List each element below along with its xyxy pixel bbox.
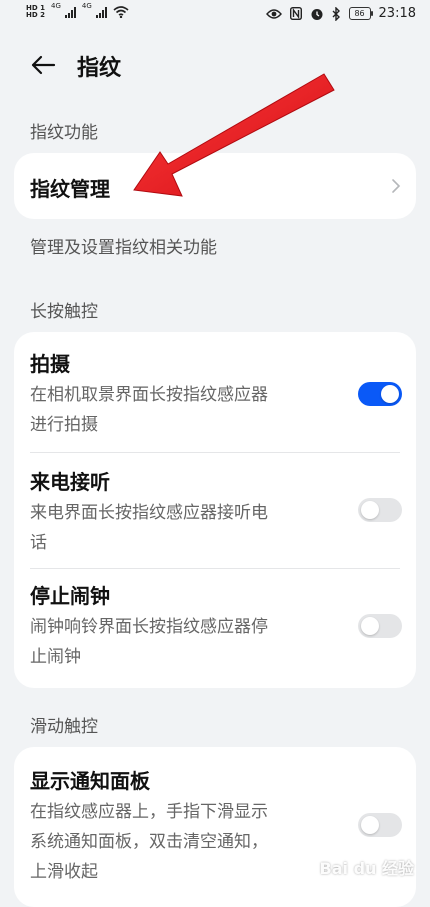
list-item-title: 来电接听 [30, 470, 110, 494]
list-item-answer-call[interactable]: 来电接听 来电界面长按指纹感应器接听电 话 [30, 466, 400, 558]
page-title: 指纹 [77, 56, 122, 81]
toggle-knob [361, 816, 379, 834]
list-item-subtitle-cont: 系统通知面板，双击清空通知， [30, 832, 268, 852]
status-left: HD 1 HD 2 4G 4G [26, 2, 129, 19]
list-item-subtitle-cont: 止闹钟 [30, 647, 81, 667]
bluetooth-icon [332, 6, 340, 21]
status-right: 86 23:18 [265, 6, 416, 21]
paw-logo-icon [296, 857, 313, 875]
nfc-icon [289, 7, 302, 20]
sim2-label: HD 2 [26, 11, 45, 19]
section-header-fingerprint-function: 指纹功能 [30, 123, 98, 143]
toggle-answer-call[interactable] [358, 498, 402, 522]
divider [30, 568, 400, 569]
list-item-title: 停止闹钟 [30, 584, 110, 608]
toggle-knob [381, 385, 399, 403]
alarm-icon [311, 8, 323, 20]
list-item-title: 拍摄 [30, 352, 70, 376]
chevron-right-icon [392, 179, 401, 193]
long-press-card: 拍摄 在相机取景界面长按指纹感应器 进行拍摄 来电接听 来电界面长按指纹感应器接… [14, 332, 416, 688]
divider [30, 452, 400, 453]
wifi-icon [113, 6, 129, 18]
list-item-subtitle-cont: 话 [30, 533, 47, 553]
list-item-subtitle: 闹钟响铃界面长按指纹感应器停 [30, 617, 268, 637]
eye-icon [265, 8, 282, 19]
list-item-subtitle: 在指纹感应器上，手指下滑显示 [30, 802, 268, 822]
list-item-subtitle-cont: 进行拍摄 [30, 415, 98, 435]
list-item-title: 显示通知面板 [30, 769, 150, 793]
status-time: 23:18 [378, 6, 416, 21]
signal-icon [64, 6, 76, 18]
arrow-left-icon[interactable] [30, 52, 56, 78]
list-item-subtitle: 在相机取景界面长按指纹感应器 [30, 385, 268, 405]
fingerprint-management-card[interactable]: 指纹管理 [14, 153, 416, 219]
section-header-long-press: 长按触控 [30, 302, 98, 322]
watermark: Bai du 经验 [294, 855, 414, 879]
network-label-2: 4G [81, 2, 92, 10]
battery-level: 86 [354, 9, 365, 18]
battery-icon: 86 [348, 7, 373, 20]
toggle-knob [361, 617, 379, 635]
watermark-text: Bai du 经验 [319, 859, 414, 878]
swipe-card: 显示通知面板 在指纹感应器上，手指下滑显示 系统通知面板，双击清空通知， 上滑收… [14, 747, 416, 907]
fingerprint-management-label: 指纹管理 [30, 177, 110, 201]
status-bar: HD 1 HD 2 4G 4G 86 23:18 [0, 0, 430, 32]
list-item-subtitle: 来电界面长按指纹感应器接听电 [30, 503, 268, 523]
toggle-stop-alarm[interactable] [358, 614, 402, 638]
fingerprint-management-description: 管理及设置指纹相关功能 [30, 238, 217, 258]
toggle-capture[interactable] [358, 382, 402, 406]
page-header: 指纹 [0, 40, 430, 90]
toggle-notification-panel[interactable] [358, 813, 402, 837]
toggle-knob [361, 501, 379, 519]
list-item-capture[interactable]: 拍摄 在相机取景界面长按指纹感应器 进行拍摄 [30, 348, 400, 440]
fingerprint-management-item[interactable]: 指纹管理 [30, 173, 400, 202]
sim-labels: HD 1 HD 2 [26, 5, 45, 19]
list-item-stop-alarm[interactable]: 停止闹钟 闹钟响铃界面长按指纹感应器停 止闹钟 [30, 580, 400, 672]
section-header-swipe: 滑动触控 [30, 717, 98, 737]
signal-icon-2 [95, 6, 107, 18]
network-label: 4G [50, 2, 61, 10]
